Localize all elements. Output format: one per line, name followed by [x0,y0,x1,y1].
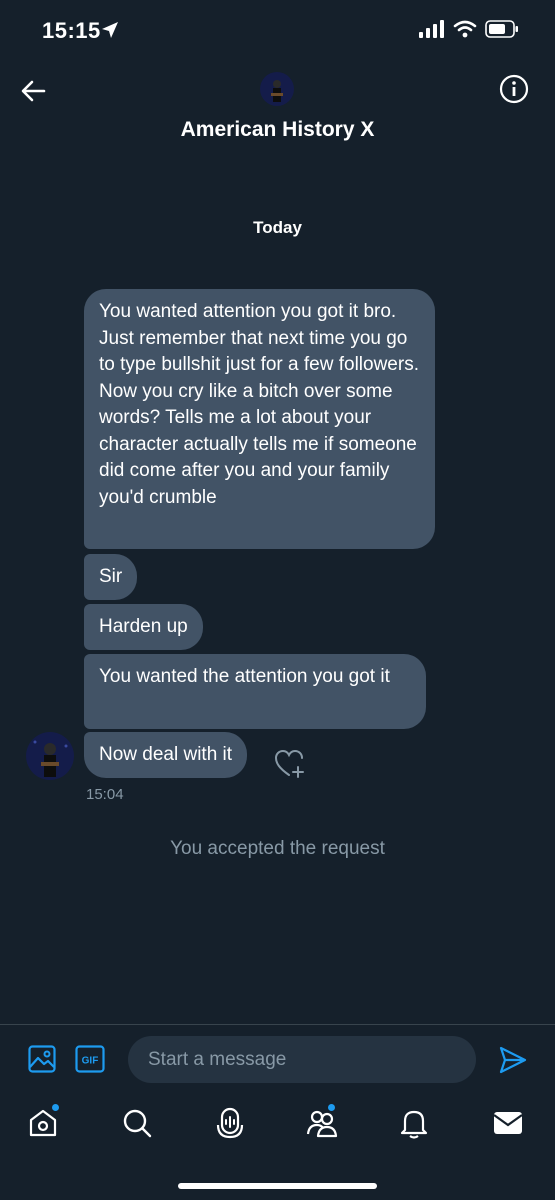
gif-label: GIF [82,1056,99,1067]
message-bubble[interactable]: You wanted the attention you got it [84,654,426,729]
message-composer: GIF [0,1024,555,1095]
search-icon[interactable] [120,1106,154,1140]
message-bubble[interactable]: Sir [84,554,138,600]
communities-notification-dot [328,1104,335,1111]
spaces-icon[interactable] [213,1106,247,1140]
page-title: American History X [180,118,375,141]
status-icons [419,20,519,38]
bell-icon[interactable] [397,1106,431,1140]
signal-icon [419,20,444,38]
status-bar: 15:15 [0,0,555,64]
status-time: 15:15 [42,18,101,43]
back-arrow-icon[interactable] [18,76,48,106]
date-separator: Today [253,218,302,237]
system-message: You accepted the request [170,838,385,859]
send-icon[interactable] [498,1045,528,1075]
location-arrow-icon [102,22,118,38]
wifi-icon [453,20,477,38]
battery-icon [485,20,518,38]
heart-plus-icon[interactable] [274,748,306,780]
image-icon[interactable] [28,1045,56,1073]
sender-avatar[interactable] [26,732,74,780]
conversation-header: American History X [0,64,555,174]
home-icon[interactable] [26,1106,60,1140]
info-icon[interactable] [499,74,529,104]
message-timestamp: 15:04 [86,786,124,803]
message-input[interactable] [128,1036,476,1083]
message-bubble[interactable]: Now deal with it [84,732,248,778]
message-bubble[interactable]: You wanted attention you got it bro. Jus… [84,289,435,549]
message-bubble[interactable]: Harden up [84,604,203,650]
home-indicator[interactable] [178,1183,377,1189]
home-notification-dot [52,1104,59,1111]
avatar[interactable] [260,72,294,106]
mail-icon[interactable] [491,1106,525,1140]
bottom-tab-bar [0,1100,555,1156]
gif-icon[interactable]: GIF [75,1045,105,1073]
communities-icon[interactable] [305,1106,339,1140]
